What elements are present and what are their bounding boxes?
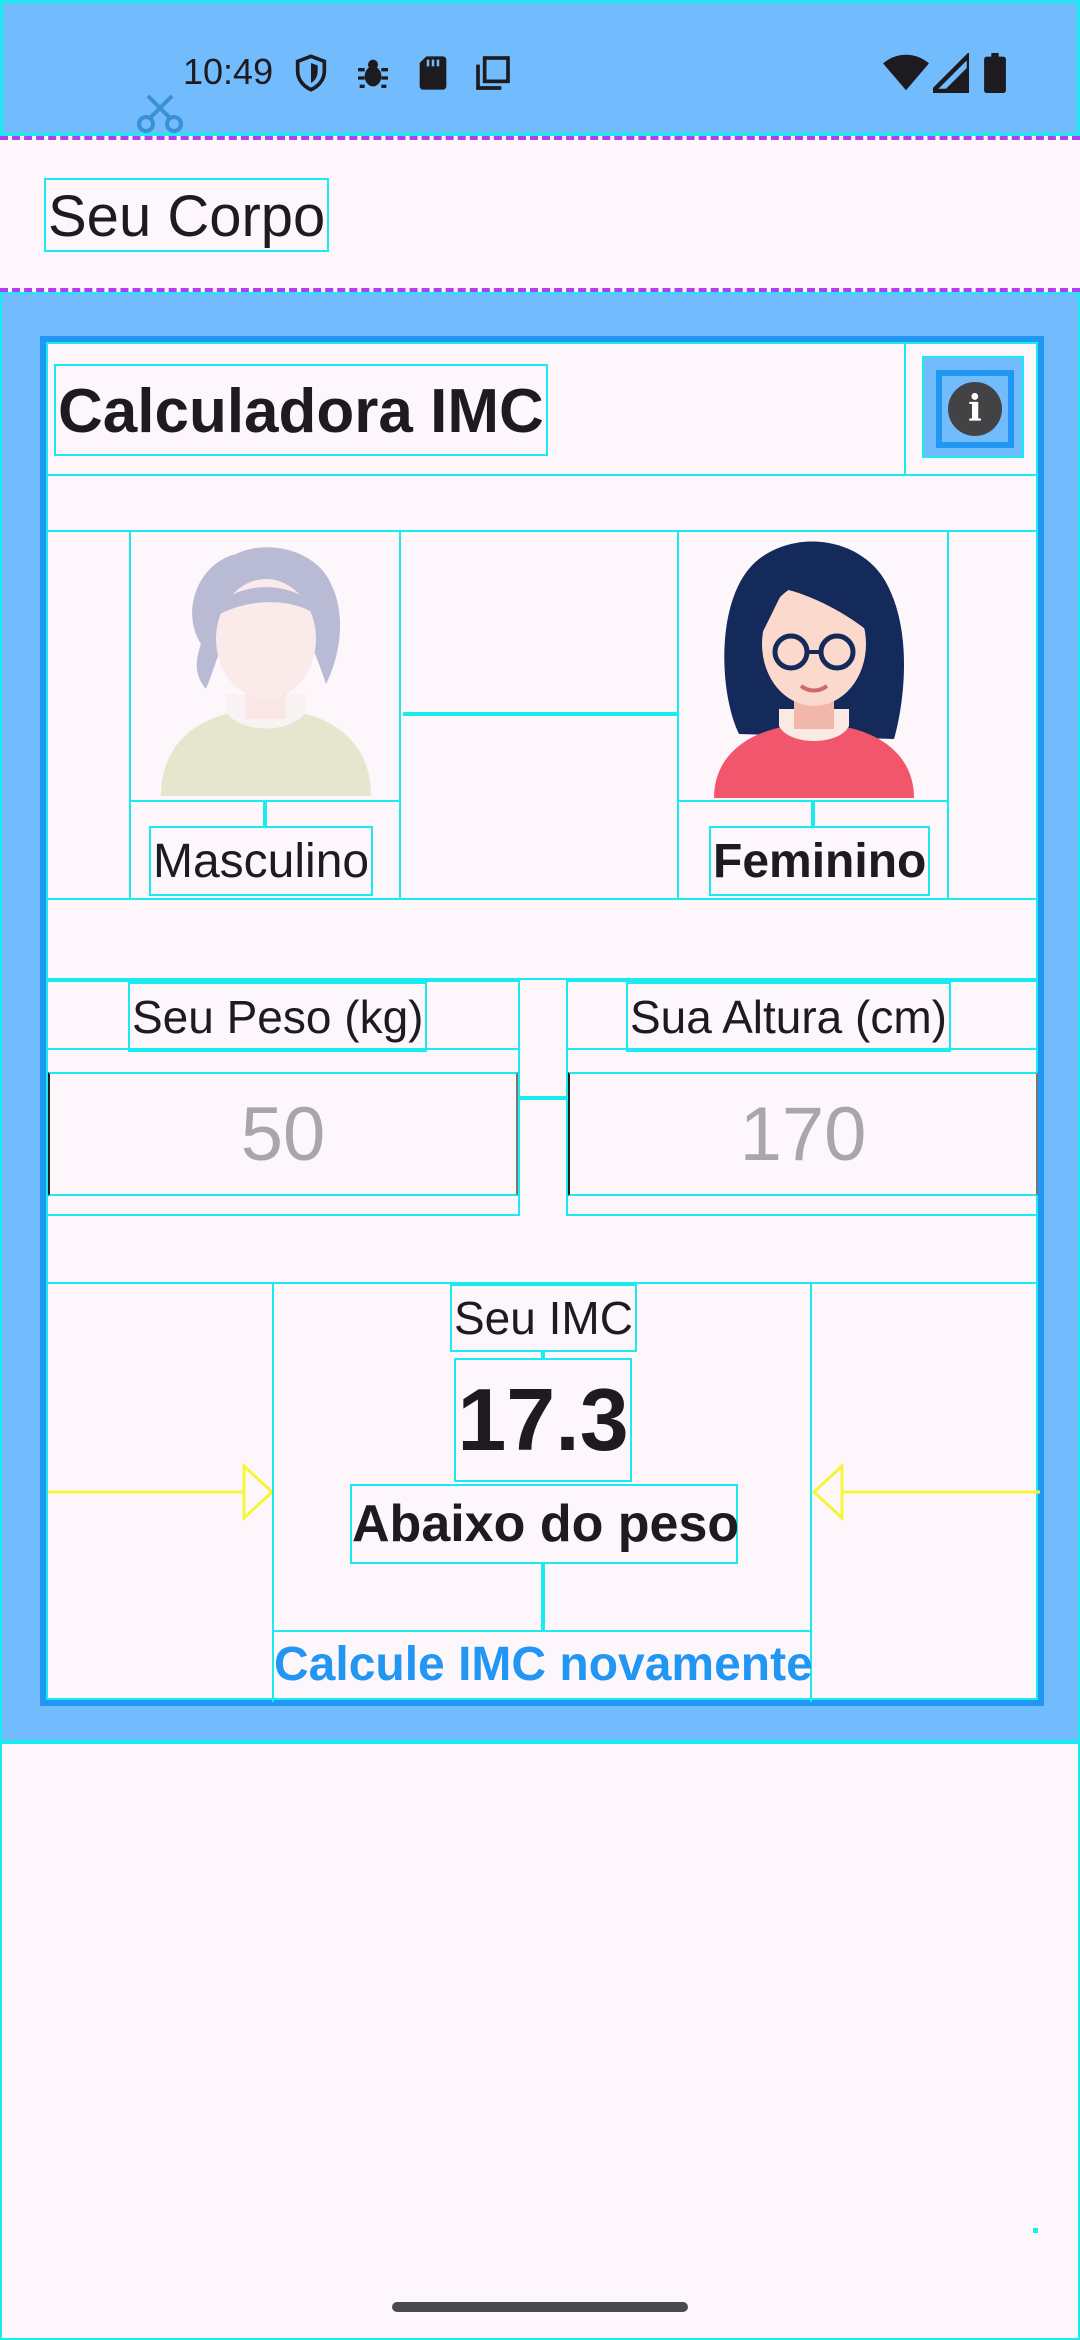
result-section: Seu IMC 17.3 Abaixo do peso Calcule IMC … — [48, 1282, 1040, 1702]
app-title: Seu Corpo — [44, 178, 330, 252]
sd-card-icon — [419, 56, 447, 90]
spacer — [48, 900, 1036, 980]
corner-dot — [1033, 2228, 1038, 2233]
card-header: Calculadora IMC i — [48, 344, 1036, 476]
empty-bottom-area — [0, 1742, 1080, 2340]
arrow-left-icon — [812, 1462, 1040, 1522]
weight-input-group: Seu Peso (kg) — [48, 980, 518, 1216]
spacer — [48, 476, 1036, 532]
gender-gap — [403, 532, 677, 898]
gender-label-male: Masculino — [149, 826, 374, 896]
info-icon: i — [948, 382, 1002, 436]
inputs-gap — [518, 980, 568, 1216]
height-input-group: Sua Altura (cm) — [568, 980, 1038, 1216]
measurements-inputs: Seu Peso (kg) Sua Altura (cm) — [48, 980, 1038, 1216]
female-avatar — [679, 532, 947, 802]
info-button[interactable]: i — [922, 356, 1024, 458]
status-time: 10:49 — [183, 51, 274, 92]
info-button-wrapper: i — [904, 344, 1036, 476]
result-panel: Seu IMC 17.3 Abaixo do peso Calcule IMC … — [272, 1284, 813, 1702]
connector — [811, 802, 815, 826]
layers-icon — [476, 56, 510, 90]
bmi-status: Abaixo do peso — [350, 1484, 739, 1564]
bmi-label: Seu IMC — [450, 1284, 637, 1352]
height-input[interactable] — [568, 1072, 1038, 1196]
gender-label-female: Feminino — [709, 826, 931, 896]
signal-icon — [933, 53, 969, 93]
shield-icon — [295, 54, 327, 92]
male-avatar — [131, 532, 399, 802]
weight-label: Seu Peso (kg) — [128, 982, 428, 1052]
card-title: Calculadora IMC — [54, 364, 548, 456]
app-bar: Seu Corpo — [0, 134, 1080, 294]
weight-input[interactable] — [48, 1072, 518, 1196]
home-indicator[interactable] — [392, 2302, 688, 2312]
bug-icon — [358, 59, 388, 88]
scissors-icon — [137, 94, 183, 133]
battery-icon — [984, 53, 1006, 93]
arrow-right-icon — [48, 1462, 274, 1522]
main-content: Calculadora IMC i Masculino Feminino Seu… — [0, 292, 1080, 1742]
gender-option-female[interactable]: Feminino — [677, 532, 949, 898]
recalculate-link[interactable]: Calcule IMC novamente — [274, 1630, 813, 1700]
gender-option-male[interactable]: Masculino — [129, 532, 401, 898]
bmi-value: 17.3 — [454, 1358, 632, 1482]
wifi-icon — [883, 54, 929, 91]
height-label: Sua Altura (cm) — [626, 982, 951, 1052]
gender-selector: Masculino Feminino — [48, 532, 1036, 900]
connector — [263, 802, 267, 826]
bmi-calculator-card: Calculadora IMC i Masculino Feminino Seu… — [40, 336, 1044, 1706]
